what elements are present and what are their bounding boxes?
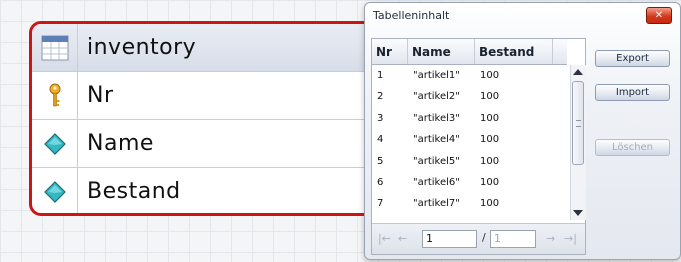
cell-name: "artikel4" — [413, 134, 460, 146]
cell-name: "artikel1" — [413, 70, 460, 81]
cell-name: "artikel5" — [413, 155, 460, 167]
table-row[interactable]: 3 "artikel3" 100 — [372, 108, 567, 129]
column-header-nr[interactable]: Nr — [372, 39, 408, 64]
pagination-bar: |← ← 1 / 1 → →| — [372, 223, 585, 254]
vertical-scrollbar[interactable] — [570, 65, 586, 220]
table-row[interactable]: 5 "artikel5" 100 — [372, 151, 567, 172]
cell-nr: 2 — [377, 91, 384, 103]
entity-title: inventory — [87, 35, 197, 60]
cell-name: "artikel7" — [413, 198, 460, 210]
cell-bestand: 100 — [480, 176, 500, 188]
scroll-thumb[interactable] — [572, 81, 584, 165]
scroll-down-icon[interactable] — [573, 210, 583, 216]
table-row[interactable]: 1 "artikel1" 100 — [372, 65, 567, 86]
cell-bestand: 100 — [480, 198, 500, 210]
attribute-diamond-icon — [32, 120, 78, 167]
scroll-up-icon[interactable] — [573, 69, 583, 75]
table-header: Nr Name Bestand — [372, 39, 567, 65]
field-label: Name — [87, 131, 154, 156]
current-page-input[interactable]: 1 — [422, 230, 477, 248]
last-page-icon[interactable]: →| — [564, 232, 577, 245]
field-label: Bestand — [87, 179, 181, 204]
table-row[interactable]: 2 "artikel2" 100 — [372, 86, 567, 107]
cell-name: "artikel2" — [413, 91, 460, 103]
prev-page-icon[interactable]: ← — [398, 232, 407, 245]
close-icon: ✕ — [654, 10, 664, 21]
table-row[interactable]: 4 "artikel4" 100 — [372, 129, 567, 150]
delete-button[interactable]: Löschen — [595, 139, 670, 156]
cell-nr: 6 — [377, 176, 384, 188]
cell-nr: 7 — [377, 198, 384, 210]
page-separator: / — [482, 231, 486, 244]
cell-name: "artikel6" — [413, 176, 460, 188]
cell-bestand: 100 — [480, 134, 500, 146]
column-header-bestand[interactable]: Bestand — [475, 39, 553, 64]
export-button[interactable]: Export — [595, 50, 670, 67]
grip-icon — [576, 120, 581, 127]
field-label: Nr — [87, 83, 114, 108]
table-body: 1 "artikel1" 100 2 "artikel2" 100 3 "artikel3… — [372, 65, 567, 215]
cell-bestand: 100 — [480, 155, 500, 167]
close-button[interactable]: ✕ — [646, 7, 672, 24]
cell-nr: 1 — [377, 70, 384, 81]
cell-bestand: 100 — [480, 70, 500, 81]
table-row[interactable]: 6 "artikel6" 100 — [372, 172, 567, 193]
attribute-diamond-icon — [32, 168, 78, 213]
table-content-dialog: Tabelleninhalt ✕ Nr Name Bestand 1 "artik… — [364, 2, 681, 260]
import-button[interactable]: Import — [595, 84, 670, 101]
next-page-icon[interactable]: → — [546, 232, 555, 245]
data-table: Nr Name Bestand 1 "artikel1" 100 2 "artikel… — [371, 38, 586, 255]
cell-nr: 5 — [377, 155, 384, 167]
cell-bestand: 100 — [480, 91, 500, 103]
cell-name: "artikel3" — [413, 112, 460, 124]
cell-nr: 3 — [377, 112, 384, 124]
key-icon — [32, 72, 78, 119]
table-row[interactable]: 7 "artikel7" 100 — [372, 193, 567, 214]
cell-bestand: 100 — [480, 112, 500, 124]
cell-nr: 4 — [377, 134, 384, 146]
total-pages-field: 1 — [490, 230, 536, 248]
dialog-title: Tabelleninhalt — [373, 9, 450, 22]
table-icon — [32, 24, 78, 71]
column-header-name[interactable]: Name — [408, 39, 475, 64]
first-page-icon[interactable]: |← — [378, 232, 391, 245]
